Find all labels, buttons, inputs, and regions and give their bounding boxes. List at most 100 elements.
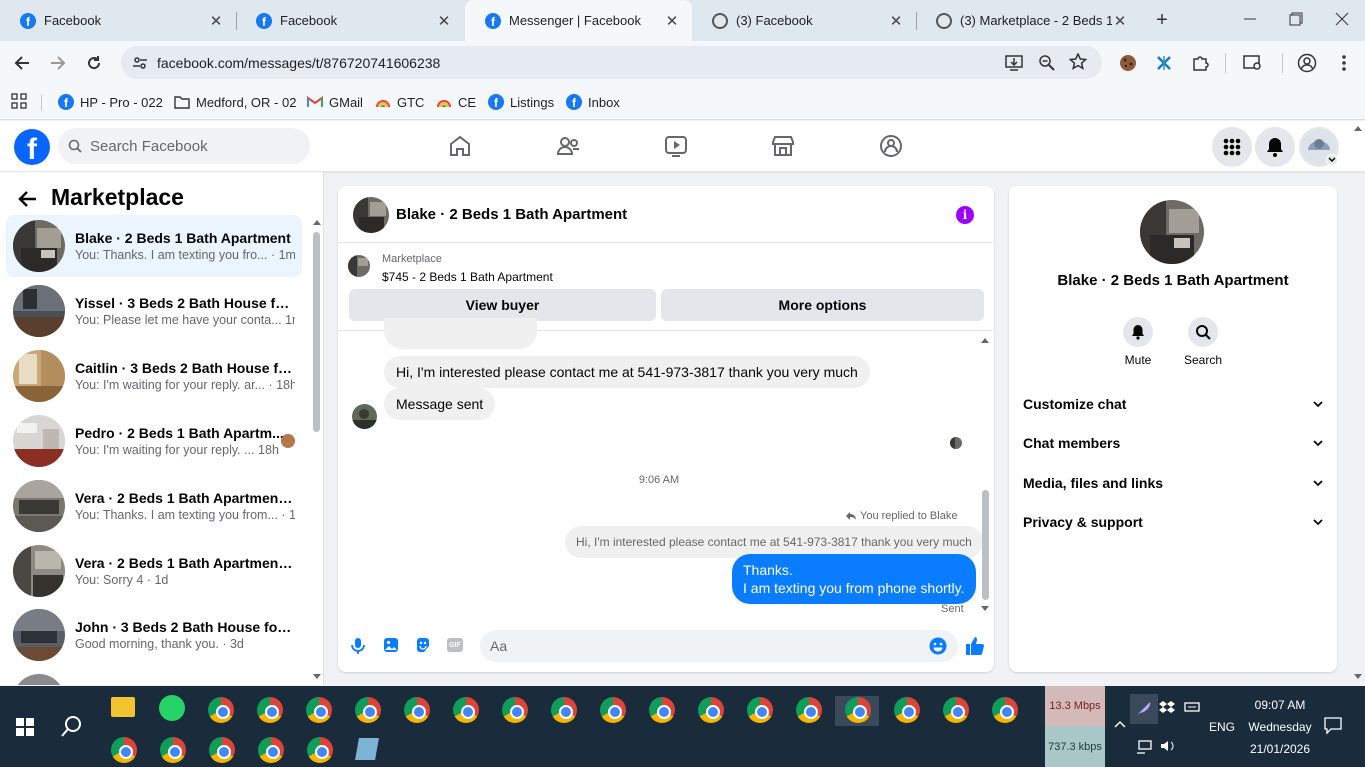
close-icon[interactable]: ✕ [436, 12, 452, 30]
privacy-support-row[interactable]: Privacy & support [1023, 512, 1323, 532]
facebook-logo[interactable]: f [14, 129, 50, 165]
listing-thumbnail[interactable] [348, 255, 370, 277]
customize-chat-row[interactable]: Customize chat [1023, 394, 1323, 414]
url-text[interactable]: facebook.com/messages/t/876720741606238 [157, 55, 440, 71]
chrome-icon[interactable] [208, 697, 234, 723]
browser-tab[interactable]: f Facebook ✕ [0, 0, 236, 41]
chrome-icon[interactable] [649, 697, 675, 723]
sidebar-scrollbar[interactable] [313, 232, 320, 432]
language-indicator[interactable]: ENG [1209, 720, 1235, 734]
site-settings-icon[interactable] [132, 55, 148, 71]
profile-icon[interactable] [1296, 52, 1318, 74]
close-icon[interactable]: ✕ [664, 12, 680, 30]
new-tab-icon[interactable]: + [1152, 10, 1172, 30]
conversation-item[interactable]: Caitlin · 3 Beds 2 Bath House for... You… [6, 345, 302, 407]
chrome-icon[interactable] [551, 697, 577, 723]
media-files-links-row[interactable]: Media, files and links [1023, 473, 1323, 493]
dropbox-icon[interactable] [1159, 700, 1175, 714]
bookmark-item[interactable]: f Inbox [566, 92, 620, 112]
conversation-item[interactable]: Blake · 2 Beds 1 Bath Apartment You: Tha… [6, 215, 302, 277]
bookmark-item[interactable]: GMail [307, 92, 363, 112]
conversation-item[interactable]: John · 3 Beds 2 Bath House for ... Good … [6, 604, 302, 666]
chrome-icon[interactable] [796, 697, 822, 723]
marketplace-icon[interactable] [770, 133, 796, 159]
bookmark-item[interactable]: CE [436, 92, 476, 112]
network-icon[interactable] [1136, 740, 1152, 754]
clock-date[interactable]: 21/01/2026 [1245, 742, 1315, 756]
chrome-icon[interactable] [404, 697, 430, 723]
close-window-icon[interactable] [1335, 12, 1349, 26]
browser-tab[interactable]: f Facebook ✕ [236, 0, 464, 41]
chrome-icon[interactable] [306, 697, 332, 723]
mute-button[interactable]: Mute [1108, 317, 1168, 367]
chrome-icon[interactable] [943, 697, 969, 723]
chrome-icon[interactable] [453, 697, 479, 723]
whatsapp-icon[interactable] [159, 695, 185, 721]
message-bubble-incoming[interactable]: Hi, I'm interested please contact me at … [384, 356, 870, 388]
chrome-icon[interactable] [355, 697, 381, 723]
restore-icon[interactable] [1289, 12, 1303, 26]
more-options-button[interactable]: More options [661, 289, 984, 321]
page-scroll-down-icon[interactable] [1353, 673, 1363, 681]
avatar[interactable] [353, 197, 389, 233]
close-icon[interactable]: ✕ [888, 12, 904, 30]
menu-dots-icon[interactable] [1333, 52, 1355, 74]
chrome-icon[interactable] [209, 737, 235, 763]
windows-start-icon[interactable] [16, 718, 34, 736]
info-icon[interactable]: i [956, 206, 974, 224]
chrome-icon[interactable] [600, 697, 626, 723]
bookmark-item[interactable]: f Listings [488, 92, 554, 112]
message-bubble-incoming[interactable]: Message sent [384, 388, 496, 420]
scroll-up-arrow-icon[interactable] [312, 218, 322, 226]
zoom-icon[interactable] [1038, 54, 1056, 72]
video-icon[interactable] [663, 133, 689, 159]
emoji-icon[interactable] [929, 637, 947, 655]
chrome-icon[interactable] [160, 737, 186, 763]
extension-icon[interactable] [1153, 52, 1175, 74]
back-arrow-icon[interactable] [16, 187, 40, 211]
notifications-center-icon[interactable] [1324, 717, 1342, 735]
extensions-puzzle-icon[interactable] [1189, 52, 1211, 74]
gif-icon[interactable]: GIF [447, 638, 463, 652]
conversation-item[interactable]: Vera · 2 Beds 1 Bath Apartment f... You:… [6, 540, 302, 602]
clock-time[interactable]: 09:07 AM [1245, 698, 1315, 712]
cookie-extension-icon[interactable] [1117, 52, 1139, 74]
chrome-icon[interactable] [257, 697, 283, 723]
minimize-icon[interactable] [1243, 12, 1257, 26]
file-explorer-icon[interactable] [111, 697, 135, 717]
battery-device-icon[interactable] [1184, 700, 1200, 714]
scroll-down-arrow-icon[interactable] [980, 605, 990, 613]
chrome-icon[interactable] [258, 737, 284, 763]
like-thumb-icon[interactable] [965, 636, 985, 656]
notifications-button[interactable] [1255, 127, 1295, 167]
browser-tab-active[interactable]: f Messenger | Facebook ✕ [465, 0, 692, 41]
chrome-icon[interactable] [502, 697, 528, 723]
chrome-icon[interactable] [747, 697, 773, 723]
browser-tab[interactable]: (3) Facebook ✕ [692, 0, 916, 41]
scroll-down-arrow-icon[interactable] [312, 673, 322, 681]
chrome-icon[interactable] [307, 737, 333, 763]
conversation-item[interactable]: Yissel · 3 Beds 2 Bath House for ... You… [6, 280, 302, 342]
bookmark-item[interactable]: f HP - Pro - 022 [58, 92, 163, 112]
search-facebook-input[interactable]: Search Facebook [58, 128, 310, 164]
account-button[interactable] [1299, 127, 1339, 167]
notepad-icon[interactable] [355, 738, 379, 760]
conversation-item[interactable] [6, 669, 302, 685]
address-bar[interactable]: facebook.com/messages/t/876720741606238 [121, 46, 1102, 79]
microphone-icon[interactable] [350, 637, 366, 655]
avatar[interactable] [1140, 200, 1204, 264]
listing-price[interactable]: $745 - 2 Beds 1 Bath Apartment [382, 270, 553, 284]
search-icon[interactable] [61, 715, 83, 737]
close-icon[interactable]: ✕ [1112, 12, 1128, 30]
groups-icon[interactable] [878, 133, 904, 159]
photo-icon[interactable] [383, 637, 399, 653]
search-button[interactable]: Search [1173, 317, 1233, 367]
page-scroll-up-icon[interactable] [1353, 124, 1363, 132]
friends-icon[interactable] [555, 133, 581, 159]
tab-search-icon[interactable] [1242, 52, 1264, 74]
chat-scrollbar[interactable] [982, 490, 989, 600]
view-buyer-button[interactable]: View buyer [349, 289, 656, 321]
chat-members-row[interactable]: Chat members [1023, 433, 1323, 453]
menu-grid-button[interactable] [1212, 127, 1252, 167]
chrome-icon[interactable] [894, 697, 920, 723]
